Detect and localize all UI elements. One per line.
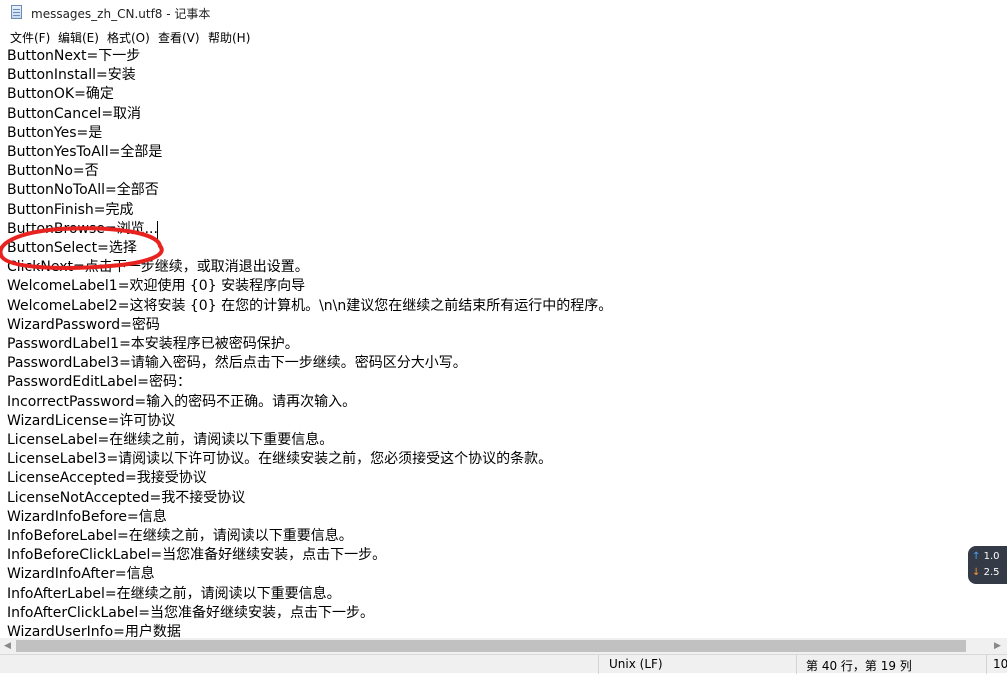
upload-speed: 1.0	[983, 551, 1000, 562]
download-arrow-icon: ↓	[972, 567, 981, 578]
text-line: InfoBeforeClickLabel=当您准备好继续安装，点击下一步。	[7, 547, 387, 563]
text-line: ButtonFinish=完成	[7, 202, 134, 218]
status-divider	[598, 655, 599, 674]
title-bar: messages_zh_CN.utf8 - 记事本	[0, 0, 1007, 26]
menu-file[interactable]: 文件(F)	[10, 29, 50, 46]
text-line: ButtonBrowse=浏览...	[7, 221, 158, 237]
text-line: ButtonNoToAll=全部否	[7, 182, 159, 198]
status-bar: Unix (LF) 第 40 行，第 19 列 100	[0, 654, 1007, 674]
menu-format[interactable]: 格式(O)	[107, 29, 150, 46]
text-line: WizardLicense=许可协议	[7, 413, 176, 429]
text-line: LicenseNotAccepted=我不接受协议	[7, 490, 246, 506]
menu-bar: 文件(F) 编辑(E) 格式(O) 查看(V) 帮助(H)	[0, 26, 1007, 47]
status-divider	[796, 655, 797, 674]
status-cursor-position: 第 40 行，第 19 列	[806, 659, 912, 673]
text-line: InfoAfterLabel=在继续之前，请阅读以下重要信息。	[7, 586, 341, 602]
window-title: messages_zh_CN.utf8 - 记事本	[31, 7, 211, 21]
text-line: LicenseLabel3=请阅读以下许可协议。在继续安装之前，您必须接受这个协…	[7, 451, 553, 467]
text-line: IncorrectPassword=输入的密码不正确。请再次输入。	[7, 394, 357, 410]
status-divider	[986, 655, 987, 674]
text-line: PasswordLabel3=请输入密码，然后点击下一步继续。密码区分大小写。	[7, 355, 467, 371]
text-line: ButtonYesToAll=全部是	[7, 144, 163, 160]
scrollbar-thumb[interactable]	[16, 640, 966, 652]
text-line: ButtonCancel=取消	[7, 106, 142, 122]
text-line: ButtonNext=下一步	[7, 48, 141, 64]
download-speed: 2.5	[983, 567, 1000, 578]
text-line: LicenseLabel=在继续之前，请阅读以下重要信息。	[7, 432, 334, 448]
text-caret	[157, 221, 158, 239]
text-line: WizardUserInfo=用户数据	[7, 624, 181, 638]
network-speed-widget[interactable]: ↑ 1.0 ↓ 2.5	[968, 546, 1007, 584]
text-line: WizardInfoBefore=信息	[7, 509, 167, 525]
scroll-left-icon[interactable]: ◀	[4, 641, 11, 651]
text-line: InfoAfterClickLabel=当您准备好继续安装，点击下一步。	[7, 605, 374, 621]
text-line: WizardInfoAfter=信息	[7, 566, 155, 582]
text-line-highlighted: ButtonSelect=选择	[7, 240, 137, 256]
text-line: InfoBeforeLabel=在继续之前，请阅读以下重要信息。	[7, 528, 353, 544]
menu-view[interactable]: 查看(V)	[158, 29, 200, 46]
menu-help[interactable]: 帮助(H)	[208, 29, 250, 46]
text-editor[interactable]: ButtonNext=下一步 ButtonInstall=安装 ButtonOK…	[0, 46, 1007, 638]
text-line: PasswordLabel1=本安装程序已被密码保护。	[7, 336, 299, 352]
text-line: LicenseAccepted=我接受协议	[7, 470, 207, 486]
scroll-right-icon[interactable]: ▶	[994, 641, 1001, 651]
text-line: PasswordEditLabel=密码：	[7, 374, 192, 390]
upload-arrow-icon: ↑	[972, 551, 981, 562]
text-line: ButtonNo=否	[7, 163, 99, 179]
notepad-icon	[11, 5, 22, 19]
text-line: WizardPassword=密码	[7, 317, 160, 333]
text-line: ButtonYes=是	[7, 125, 103, 141]
text-line: WelcomeLabel1=欢迎使用 {0} 安装程序向导	[7, 278, 306, 294]
text-line: WelcomeLabel2=这将安装 {0} 在您的计算机。\n\n建议您在继续…	[7, 298, 613, 314]
horizontal-scrollbar[interactable]: ◀ ▶	[0, 638, 1007, 654]
status-zoom: 100	[993, 657, 1007, 671]
text-line: ButtonInstall=安装	[7, 67, 136, 83]
menu-edit[interactable]: 编辑(E)	[58, 29, 99, 46]
status-line-ending: Unix (LF)	[609, 657, 663, 671]
text-line: ClickNext=点击下一步继续，或取消退出设置。	[7, 259, 309, 275]
text-line: ButtonOK=确定	[7, 86, 114, 102]
